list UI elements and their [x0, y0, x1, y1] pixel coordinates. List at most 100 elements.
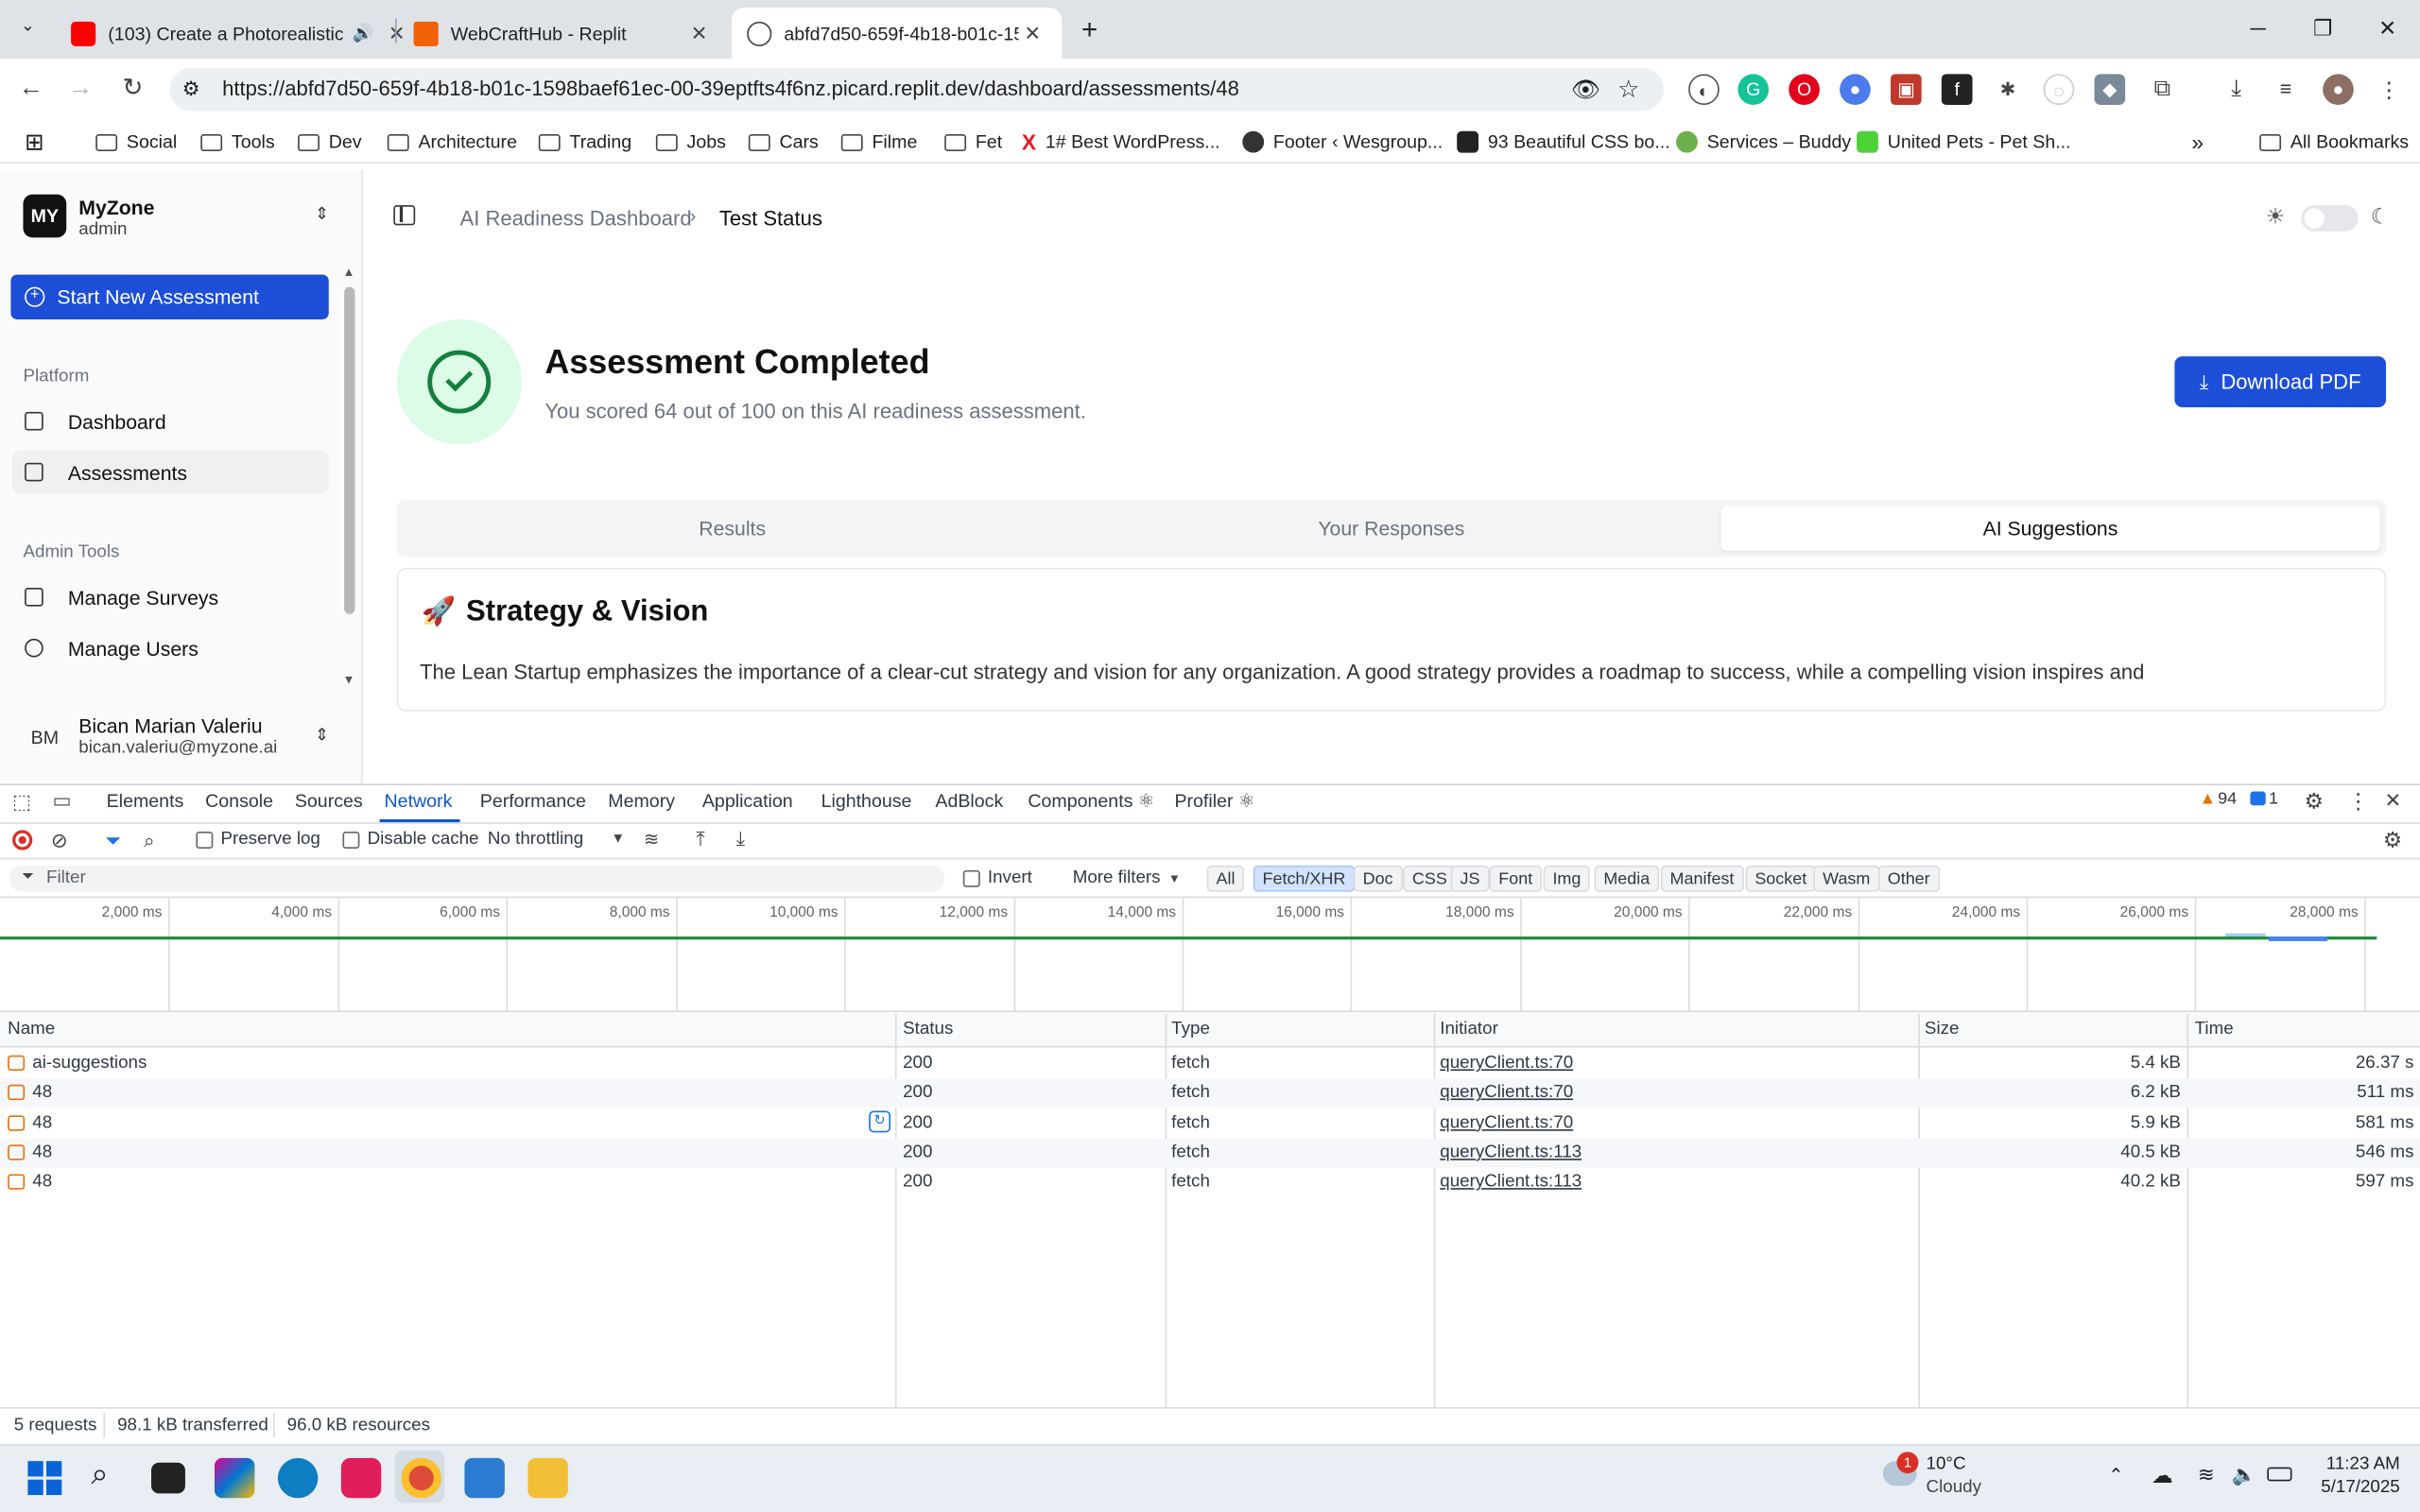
- back-icon[interactable]: ←: [12, 71, 49, 108]
- close-devtools-icon[interactable]: ✕: [2384, 788, 2401, 813]
- wifi-icon[interactable]: ≋: [2198, 1463, 2215, 1487]
- bookmark-link[interactable]: Services – Buddy: [1676, 129, 1851, 156]
- edge-icon[interactable]: [277, 1457, 319, 1499]
- cell-initiator[interactable]: queryClient.ts:70: [1440, 1084, 1573, 1103]
- bookmark-folder[interactable]: Dev: [298, 129, 362, 156]
- compass-icon[interactable]: ◌: [2043, 74, 2075, 106]
- more-filters-button[interactable]: More filters: [1073, 868, 1161, 887]
- sidebar-item-assessments[interactable]: Assessments: [12, 450, 329, 494]
- bookmark-link[interactable]: Footer ‹ Wesgroup...: [1242, 129, 1443, 156]
- devtools-tab-lighthouse[interactable]: Lighthouse: [821, 790, 912, 817]
- close-tab-icon[interactable]: ✕: [1019, 21, 1046, 45]
- settings-icon[interactable]: ⚙: [2305, 788, 2325, 815]
- devtools-tab-profiler[interactable]: Profiler ⚛: [1174, 790, 1254, 817]
- download-pdf-button[interactable]: ⤓ Download PDF: [2174, 356, 2387, 408]
- sidebar-item-dashboard[interactable]: Dashboard: [12, 400, 329, 443]
- opera-icon[interactable]: O: [1789, 74, 1820, 106]
- message-icon[interactable]: [2250, 791, 2266, 806]
- col-time[interactable]: Time: [2195, 1020, 2234, 1039]
- col-type[interactable]: Type: [1171, 1020, 1210, 1039]
- url-text[interactable]: https://abfd7d50-659f-4b18-b01c-1598baef…: [222, 77, 1239, 100]
- filter-chip-img[interactable]: Img: [1543, 865, 1591, 892]
- filter-icon[interactable]: ⏷: [105, 829, 121, 853]
- chrome-icon[interactable]: [401, 1457, 441, 1499]
- profile-avatar[interactable]: ●: [2323, 74, 2354, 106]
- copilot-icon[interactable]: [214, 1457, 255, 1499]
- extension-icon[interactable]: ◐: [1688, 74, 1720, 106]
- browser-tab[interactable]: (103) Create a Photorealistic 🔊 ✕: [56, 8, 426, 59]
- cell-initiator[interactable]: queryClient.ts:113: [1440, 1143, 1582, 1162]
- org-switcher-icon[interactable]: ⇕: [315, 204, 329, 224]
- search-icon[interactable]: ⌕: [144, 829, 155, 853]
- bookmark-folder[interactable]: Jobs: [655, 129, 726, 156]
- tab-results[interactable]: Results: [403, 507, 1062, 551]
- eye-icon[interactable]: 👁: [1571, 76, 1600, 104]
- scroll-up-icon[interactable]: ▲: [342, 266, 354, 280]
- throttling-select[interactable]: No throttling: [488, 830, 583, 849]
- bookmark-folder[interactable]: Tools: [200, 129, 275, 156]
- disable-cache-checkbox[interactable]: [342, 831, 360, 849]
- bookmark-folder[interactable]: Architecture: [387, 129, 517, 156]
- col-name[interactable]: Name: [8, 1020, 55, 1039]
- col-status[interactable]: Status: [903, 1020, 953, 1039]
- tab-search-icon[interactable]: ⌄: [12, 15, 43, 43]
- bookmark-folder[interactable]: Social: [95, 129, 177, 156]
- onedrive-icon[interactable]: ☁: [2152, 1463, 2173, 1489]
- sidebar-scrollbar[interactable]: [344, 286, 355, 614]
- warning-icon[interactable]: ▲: [2200, 790, 2217, 809]
- tab-responses[interactable]: Your Responses: [1062, 507, 1720, 551]
- filter-chip-socket[interactable]: Socket: [1745, 865, 1817, 892]
- browser-tab[interactable]: WebCraftHub - Replit ✕: [398, 8, 728, 59]
- bookmark-link[interactable]: 93 Beautiful CSS bo...: [1457, 129, 1670, 156]
- grammarly-icon[interactable]: G: [1737, 74, 1770, 106]
- volume-icon[interactable]: 🔈: [2232, 1463, 2256, 1487]
- restore-icon[interactable]: ❐: [2288, 9, 2359, 46]
- filter-chip-media[interactable]: Media: [1594, 865, 1660, 892]
- window-close-icon[interactable]: ✕: [2352, 9, 2420, 46]
- bookmark-link[interactable]: X 1# Best WordPress...: [1022, 129, 1220, 156]
- browser-tab-active[interactable]: abfd7d50-659f-4b18-b01c-159 ✕: [731, 8, 1063, 60]
- filter-chip-wasm[interactable]: Wasm: [1813, 865, 1880, 892]
- devtools-tab-network[interactable]: Network: [385, 790, 453, 817]
- bookmark-folder[interactable]: Fet: [944, 129, 1002, 156]
- filter-input[interactable]: [9, 865, 945, 892]
- tab-ai-suggestions[interactable]: AI Suggestions: [1720, 506, 2380, 551]
- apps-icon[interactable]: ⊞: [25, 129, 44, 156]
- battery-icon[interactable]: [2267, 1467, 2292, 1482]
- devtools-tab-components[interactable]: Components ⚛: [1028, 790, 1154, 817]
- slack-icon[interactable]: [340, 1457, 382, 1499]
- bookmark-folder[interactable]: Cars: [748, 129, 819, 156]
- filter-chip-css[interactable]: CSS: [1403, 865, 1457, 892]
- shield-icon[interactable]: ◆: [2094, 74, 2126, 106]
- start-assessment-button[interactable]: + Start New Assessment: [10, 274, 329, 319]
- devtools-tab-memory[interactable]: Memory: [608, 790, 675, 817]
- export-har-icon[interactable]: ⤓: [736, 827, 745, 851]
- bug-icon[interactable]: ✱: [1992, 74, 2024, 106]
- preserve-log-checkbox[interactable]: [196, 831, 214, 849]
- devtools-tab-performance[interactable]: Performance: [480, 790, 586, 817]
- breadcrumb-root[interactable]: AI Readiness Dashboard: [460, 207, 692, 230]
- devtools-tab-application[interactable]: Application: [702, 790, 793, 817]
- new-tab-icon[interactable]: +: [1074, 14, 1105, 45]
- colorpick-icon[interactable]: ●: [1840, 74, 1871, 106]
- devtools-tab-console[interactable]: Console: [205, 790, 273, 817]
- network-overview[interactable]: 2,000 ms 4,000 ms 6,000 ms 8,000 ms 10,000 m…: [0, 896, 2420, 1011]
- file-explorer-icon[interactable]: [527, 1457, 568, 1499]
- vscode-icon[interactable]: [464, 1457, 505, 1499]
- network-settings-icon[interactable]: ⚙: [2383, 827, 2403, 853]
- media-icon[interactable]: ≡: [2270, 74, 2302, 106]
- devtools-tab-sources[interactable]: Sources: [295, 790, 363, 817]
- filter-chip-doc[interactable]: Doc: [1353, 865, 1403, 892]
- more-bookmarks-icon[interactable]: »: [2191, 129, 2204, 156]
- site-info-icon[interactable]: ⚙: [182, 77, 200, 102]
- filter-chip-all[interactable]: All: [1206, 865, 1245, 892]
- task-view-icon[interactable]: [150, 1462, 185, 1494]
- replay-request-icon[interactable]: ↻: [869, 1110, 891, 1133]
- reload-icon[interactable]: ↻: [114, 71, 151, 108]
- font-icon[interactable]: f: [1941, 74, 1973, 106]
- bookmark-star-icon[interactable]: ☆: [1617, 74, 1639, 105]
- download-icon[interactable]: ⤓: [2221, 74, 2253, 106]
- cell-initiator[interactable]: queryClient.ts:70: [1440, 1054, 1573, 1073]
- invert-checkbox[interactable]: [962, 869, 980, 887]
- bookmark-link[interactable]: United Pets - Pet Sh...: [1857, 129, 2071, 156]
